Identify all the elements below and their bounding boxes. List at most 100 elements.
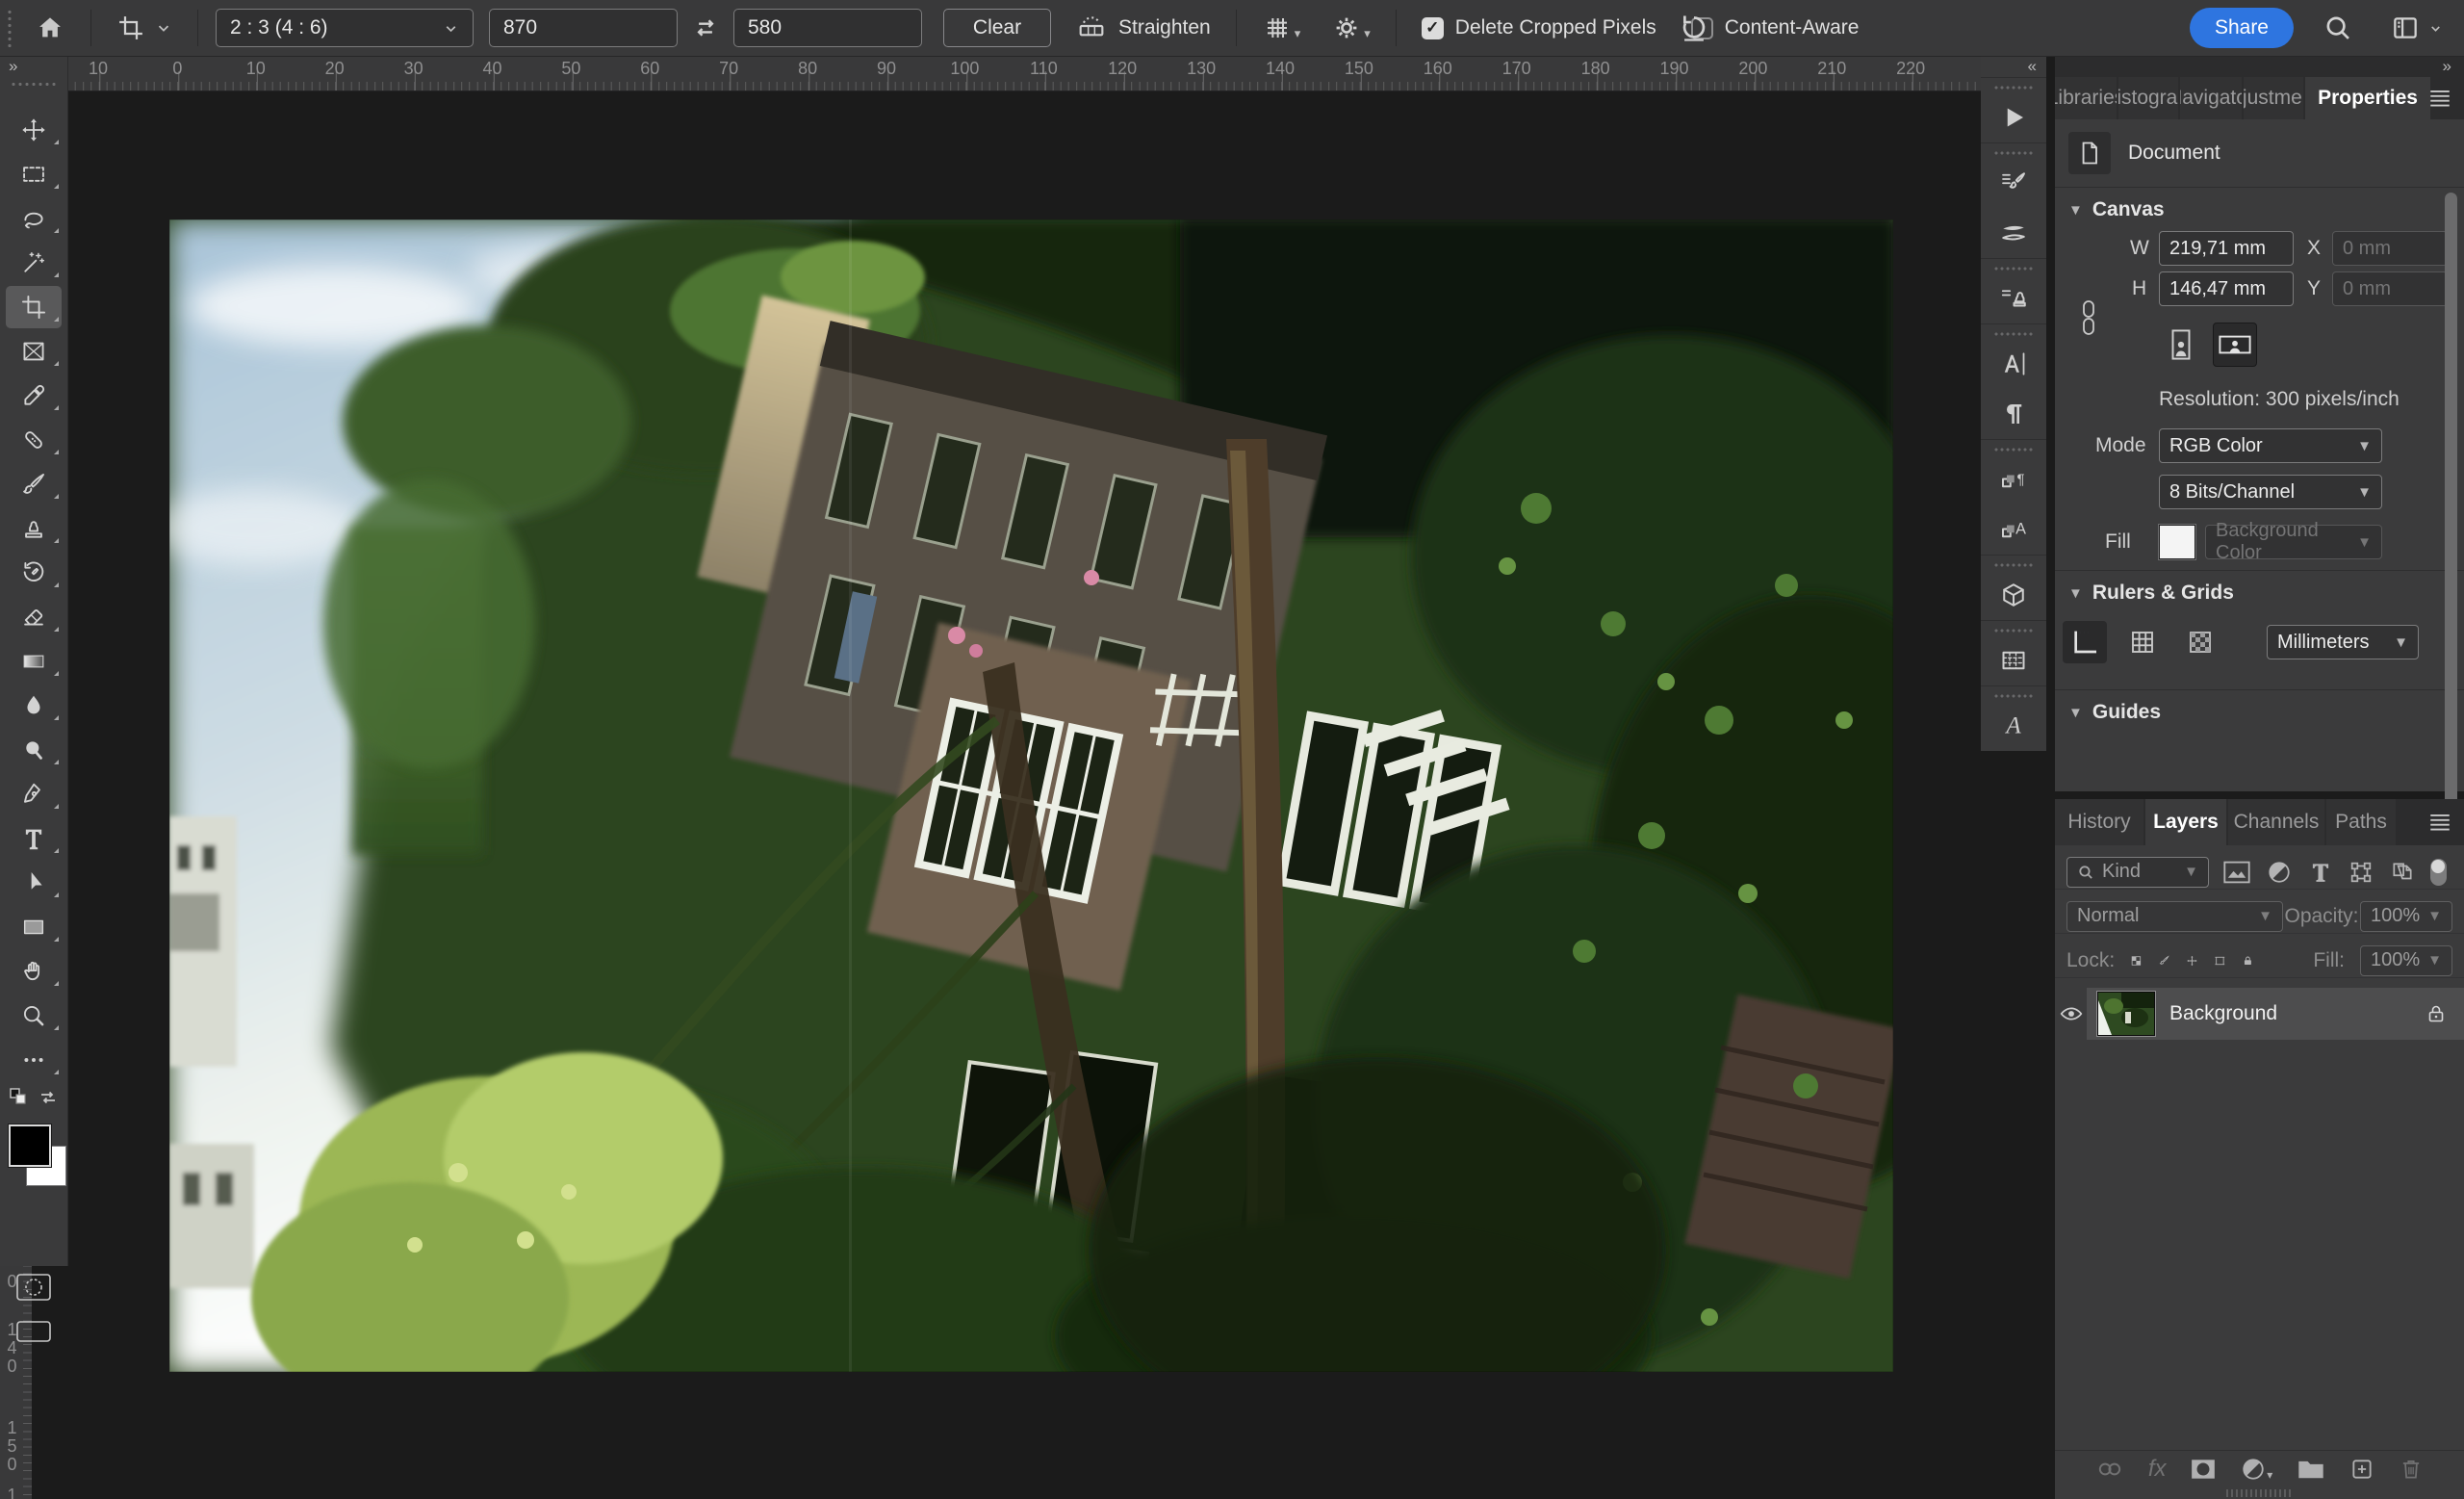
panel-menu-icon[interactable]: [2427, 812, 2452, 833]
tool-gradient[interactable]: [0, 639, 67, 684]
panel-resize-gripper[interactable]: [2226, 1489, 2294, 1497]
swap-dimensions-button[interactable]: [683, 7, 728, 49]
workspace-button[interactable]: [2382, 7, 2451, 49]
panel-button-actions[interactable]: [1981, 92, 2046, 142]
add-layer-mask-icon[interactable]: [2190, 1458, 2217, 1481]
tool-dodge[interactable]: [0, 728, 67, 772]
tool-rectangle[interactable]: [0, 905, 67, 949]
panel-button-pattern-preview[interactable]: [1981, 635, 2046, 685]
panel-button-brush-settings[interactable]: [1981, 158, 2046, 208]
new-adjustment-layer-button[interactable]: ▾: [2241, 1457, 2272, 1482]
tool-spot-healing[interactable]: [0, 418, 67, 462]
tool-eraser[interactable]: [0, 595, 67, 639]
document-canvas[interactable]: [169, 220, 1893, 1372]
smart-object-filter-icon[interactable]: [2390, 860, 2415, 885]
tools-drag-handle[interactable]: [10, 79, 58, 89]
toggle-grid-button[interactable]: [2120, 621, 2165, 663]
tool-clone-stamp[interactable]: [0, 506, 67, 551]
properties-scrollbar[interactable]: [2445, 193, 2457, 818]
panel-group-drag-handle[interactable]: [1992, 259, 2035, 273]
shape-layer-filter-icon[interactable]: [2348, 860, 2374, 885]
blend-mode-select[interactable]: Normal▼: [2066, 901, 2283, 932]
layer-effects-icon[interactable]: fx: [2148, 1456, 2167, 1483]
delete-cropped-pixels-option[interactable]: ✓ Delete Cropped Pixels: [1414, 7, 1664, 49]
panel-button-materials[interactable]: [1981, 570, 2046, 620]
tool-crop[interactable]: [0, 285, 67, 329]
tool-edit-toolbar[interactable]: [0, 1038, 67, 1082]
tool-brush[interactable]: [0, 462, 67, 506]
bit-depth-select[interactable]: 8 Bits/Channel▼: [2159, 475, 2382, 509]
lock-paint-icon[interactable]: [2158, 949, 2170, 972]
lock-transparency-icon[interactable]: [2130, 949, 2143, 972]
document-type-button[interactable]: [2068, 132, 2111, 174]
layer-name[interactable]: Background: [2169, 1002, 2425, 1025]
rulers-grids-section-header[interactable]: ▼ Rulers & Grids: [2055, 578, 2464, 608]
panel-group-drag-handle[interactable]: [1992, 556, 2035, 570]
panel-button-clone-source[interactable]: [1981, 273, 2046, 323]
panel-group-drag-handle[interactable]: [1992, 324, 2035, 339]
panel-group-drag-handle[interactable]: [1992, 686, 2035, 701]
tab-properties[interactable]: Properties: [2305, 77, 2430, 119]
panel-group-drag-handle[interactable]: [1992, 440, 2035, 454]
tool-path-selection[interactable]: [0, 861, 67, 905]
straighten-button[interactable]: Straighten: [1068, 7, 1219, 49]
fill-color-swatch[interactable]: [2159, 525, 2195, 559]
portrait-orientation-button[interactable]: [2159, 323, 2203, 367]
pixel-layer-filter-icon[interactable]: [2222, 860, 2251, 885]
tab-libraries[interactable]: Libraries: [2055, 77, 2117, 119]
quick-mask-button[interactable]: [0, 1265, 67, 1309]
home-button[interactable]: [27, 7, 73, 49]
crop-width-input[interactable]: [489, 9, 678, 47]
default-colors-icon[interactable]: [8, 1086, 31, 1109]
landscape-orientation-button[interactable]: [2213, 323, 2257, 367]
lock-artboard-icon[interactable]: [2214, 949, 2226, 972]
tool-hand[interactable]: [0, 949, 67, 994]
tool-pen[interactable]: [0, 772, 67, 816]
panel-button-brushes[interactable]: [1981, 208, 2046, 258]
tool-object-selection[interactable]: [0, 241, 67, 285]
tab-layers[interactable]: Layers: [2145, 799, 2226, 845]
guides-section-header[interactable]: ▼ Guides: [2055, 697, 2464, 728]
tool-eyedropper[interactable]: [0, 374, 67, 418]
share-button[interactable]: Share: [2190, 8, 2294, 48]
tab-history[interactable]: History: [2055, 799, 2143, 845]
color-mode-select[interactable]: RGB Color▼: [2159, 428, 2382, 463]
delete-cropped-pixels-checkbox[interactable]: ✓: [1422, 17, 1444, 39]
expand-tools-button[interactable]: »: [0, 56, 67, 77]
crop-height-input[interactable]: [733, 9, 922, 47]
canvas-height-input[interactable]: [2159, 271, 2294, 306]
filter-toggle-switch[interactable]: [2430, 859, 2447, 886]
aspect-ratio-select[interactable]: 2 : 3 (4 : 6): [216, 9, 474, 47]
panel-group-drag-handle[interactable]: [1992, 78, 2035, 92]
toggle-rulers-button[interactable]: [2063, 621, 2107, 663]
panel-group-drag-handle[interactable]: [1992, 621, 2035, 635]
horizontal-ruler[interactable]: 1001020304050607080901001101201301401501…: [0, 56, 1981, 91]
layer-visibility-toggle[interactable]: [2055, 1001, 2087, 1026]
link-layers-icon[interactable]: [2095, 1457, 2124, 1482]
tool-zoom[interactable]: [0, 994, 67, 1038]
opacity-value-select[interactable]: 100%▼: [2360, 901, 2452, 932]
panel-button-glyphs[interactable]: A: [1981, 701, 2046, 751]
lock-position-icon[interactable]: [2186, 949, 2198, 972]
tool-type[interactable]: [0, 816, 67, 861]
new-group-icon[interactable]: [2297, 1457, 2325, 1482]
fill-value-select[interactable]: 100%▼: [2360, 945, 2452, 976]
tab-channels[interactable]: Channels: [2228, 799, 2324, 845]
search-button[interactable]: [2315, 7, 2361, 49]
bar-drag-handle[interactable]: [6, 9, 13, 47]
tool-move[interactable]: [0, 108, 67, 152]
layer-row-background[interactable]: Background: [2055, 988, 2464, 1040]
swap-colors-icon[interactable]: [37, 1086, 60, 1109]
reset-crop-button[interactable]: [1670, 7, 1718, 49]
layer-filter-kind-select[interactable]: Kind ▼: [2066, 857, 2209, 888]
toggle-pixel-grid-button[interactable]: [2178, 621, 2222, 663]
tab-paths[interactable]: Paths: [2326, 799, 2396, 845]
panel-group-drag-handle[interactable]: [1992, 143, 2035, 158]
lock-all-icon[interactable]: [2242, 949, 2254, 972]
clear-button[interactable]: Clear: [943, 9, 1051, 47]
adjustment-layer-filter-icon[interactable]: [2267, 860, 2292, 885]
delete-layer-icon[interactable]: [2399, 1457, 2424, 1482]
tool-history-brush[interactable]: [0, 551, 67, 595]
tab-histogram[interactable]: Histogram: [2118, 77, 2178, 119]
panel-button-paragraph[interactable]: [1981, 389, 2046, 439]
